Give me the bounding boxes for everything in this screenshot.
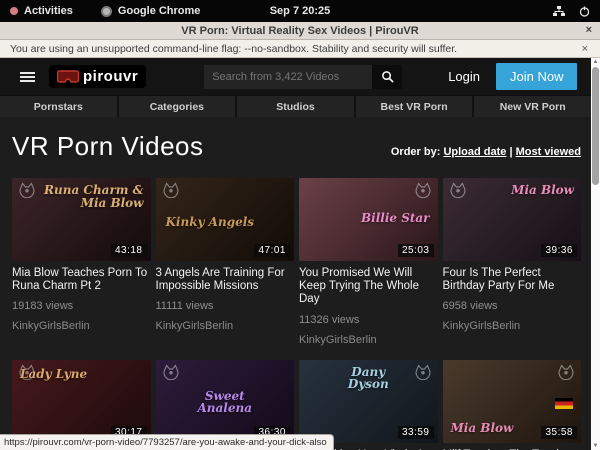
menu-icon[interactable] [20,70,35,84]
duration-badge: 25:03 [398,244,434,257]
duration-badge: 33:59 [398,426,434,439]
site-logo[interactable]: pirouvr [49,65,146,88]
login-button[interactable]: Login [448,69,480,84]
site-header: pirouvr Login Join Now [0,58,591,95]
duration-badge: 35:58 [541,426,577,439]
search-input[interactable] [204,65,372,89]
logo-text: pirouvr [83,68,138,85]
nav-item-categories[interactable]: Categories [119,96,236,117]
video-title[interactable]: Four Is The Perfect Birthday Party For M… [443,267,582,293]
join-now-button[interactable]: Join Now [496,63,577,90]
search-button[interactable] [372,65,402,89]
video-views: 11111 views [156,300,295,312]
order-most-viewed-link[interactable]: Most viewed [516,146,581,158]
german-flag-icon [555,398,573,409]
search-icon [381,70,394,83]
studio-watermark-icon [449,182,467,203]
video-thumbnail[interactable]: Sweet Analena36:30 [156,360,295,443]
video-views: 6958 views [443,300,582,312]
video-card[interactable]: Kinky Angels 47:01 3 Angels Are Training F… [156,178,295,346]
video-studio-link[interactable]: KinkyGirlsBerlin [443,320,582,332]
thumbnail-overlay-text: Runa Charm & Mia Blow [33,184,144,209]
video-studio-link[interactable]: KinkyGirlsBerlin [12,320,151,332]
search-bar [204,65,402,89]
nav-item-best-vr-porn[interactable]: Best VR Porn [356,96,473,117]
video-thumbnail[interactable]: Billie Star 25:03 [299,178,438,261]
thumbnail-overlay-text: Mia Blow [451,422,514,435]
studio-watermark-icon [414,182,432,203]
infobar-close-button[interactable]: × [582,43,588,55]
status-url-bubble: https://pirouvr.com/vr-porn-video/779325… [0,434,334,450]
thumbnail-overlay-text: Dany Dyson [334,366,403,391]
thumbnail-overlay-text: Kinky Angels [166,216,255,229]
studio-watermark-icon [162,364,180,385]
order-by-label: Order by: [391,146,441,158]
video-card[interactable]: Mia Blow35:58Milf Teaches The Teacher So… [443,360,582,450]
video-studio-link[interactable]: KinkyGirlsBerlin [299,334,438,346]
video-grid: Runa Charm & Mia Blow 43:18 Mia Blow Teach… [12,178,581,450]
page-viewport: pirouvr Login Join Now PornstarsCategori… [0,58,591,450]
video-thumbnail[interactable]: Dany Dyson 33:59 [299,360,438,443]
video-thumbnail[interactable]: Runa Charm & Mia Blow 43:18 [12,178,151,261]
video-thumbnail[interactable]: Mia Blow 35:58 [443,360,582,443]
chrome-infobar: You are using an unsupported command-lin… [0,40,600,58]
network-icon[interactable] [553,6,565,17]
video-card[interactable]: Mia Blow 39:36 Four Is The Perfect Birthda… [443,178,582,346]
video-views: 19183 views [12,300,151,312]
duration-badge: 39:36 [541,244,577,257]
video-views: 11326 views [299,314,438,326]
vr-goggles-icon [57,70,79,83]
page-scrollbar[interactable]: ▲ ▼ [591,58,600,450]
duration-badge: 43:18 [111,244,147,257]
video-studio-link[interactable]: KinkyGirlsBerlin [156,320,295,332]
window-title: VR Porn: Virtual Reality Sex Videos | Pi… [181,25,418,37]
desktop-top-bar: Activities Google Chrome Sep 7 20:25 [0,0,600,22]
studio-watermark-icon [414,364,432,385]
studio-watermark-icon [557,364,575,385]
thumbnail-overlay-text: Lady Lyne [20,368,87,381]
nav-item-studios[interactable]: Studios [237,96,354,117]
window-close-button[interactable]: × [586,24,592,36]
window-title-bar: VR Porn: Virtual Reality Sex Videos | Pi… [0,22,600,40]
page-title: VR Porn Videos [12,131,204,162]
order-by: Order by: Upload date | Most viewed [391,146,581,162]
scroll-up-icon[interactable]: ▲ [591,59,600,65]
video-title[interactable]: Mia Blow Teaches Porn To Runa Charm Pt 2 [12,267,151,293]
infobar-message: You are using an unsupported command-lin… [10,43,457,55]
order-upload-date-link[interactable]: Upload date [443,146,506,158]
main-nav: PornstarsCategoriesStudiosBest VR PornNe… [0,95,591,117]
scrollbar-thumb[interactable] [592,67,599,185]
power-icon[interactable] [579,6,590,17]
video-card[interactable]: Runa Charm & Mia Blow 43:18 Mia Blow Teach… [12,178,151,346]
thumbnail-overlay-text: Billie Star [361,212,430,225]
clock[interactable]: Sep 7 20:25 [0,5,600,17]
video-title[interactable]: You Promised We Will Keep Trying The Who… [299,267,438,307]
nav-item-pornstars[interactable]: Pornstars [0,96,117,117]
video-thumbnail[interactable]: Lady Lyne30:17 [12,360,151,443]
content: VR Porn Videos Order by: Upload date | M… [0,117,591,450]
studio-watermark-icon [162,182,180,203]
video-thumbnail[interactable]: Kinky Angels 47:01 [156,178,295,261]
screen: Activities Google Chrome Sep 7 20:25 VR … [0,0,600,450]
nav-item-new-vr-porn[interactable]: New VR Porn [474,96,591,117]
duration-badge: 47:01 [254,244,290,257]
thumbnail-overlay-text: Mia Blow [511,184,574,197]
thumbnail-overlay-text: Sweet Analena [190,390,259,415]
scroll-down-icon[interactable]: ▼ [591,443,600,449]
video-card[interactable]: Billie Star 25:03 You Promised We Will Kee… [299,178,438,346]
video-title[interactable]: 3 Angels Are Training For Impossible Mis… [156,267,295,293]
video-thumbnail[interactable]: Mia Blow 39:36 [443,178,582,261]
